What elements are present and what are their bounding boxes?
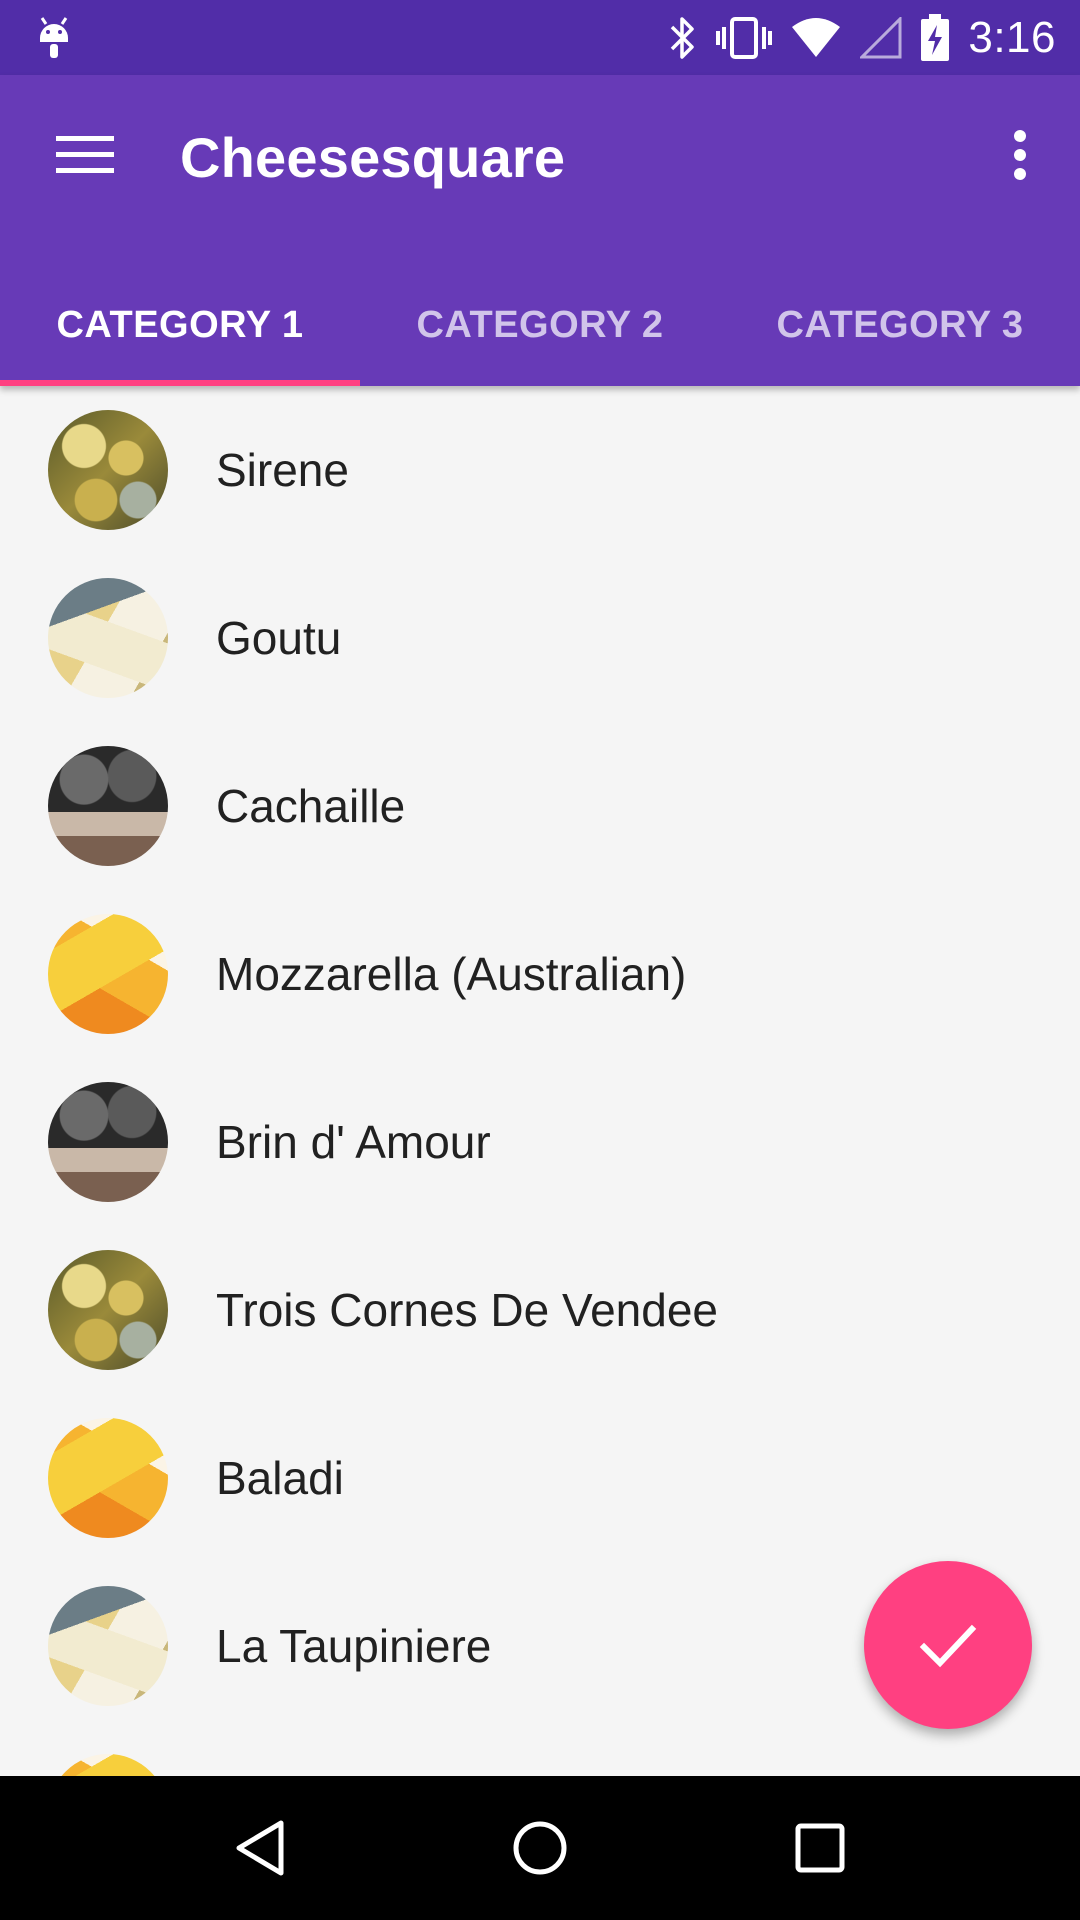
- navigation-menu-button[interactable]: [40, 115, 130, 195]
- list-item[interactable]: Goutu: [0, 554, 1080, 722]
- android-debug-icon: [36, 14, 72, 62]
- avatar: [48, 1586, 168, 1706]
- hamburger-menu-icon: [56, 136, 114, 173]
- list-item-label: Baladi: [216, 1452, 344, 1504]
- avatar: [48, 578, 168, 698]
- avatar: [48, 1754, 168, 1776]
- tab-category-1[interactable]: CATEGORY 1: [0, 265, 360, 386]
- list-item[interactable]: Cachaille: [0, 722, 1080, 890]
- list-item[interactable]: Sirene: [0, 386, 1080, 554]
- overflow-menu-button[interactable]: [990, 115, 1050, 195]
- bluetooth-icon: [668, 15, 698, 61]
- recents-button[interactable]: [760, 1798, 880, 1898]
- list-item-label: Sirene: [216, 444, 349, 496]
- floating-action-button[interactable]: [864, 1561, 1032, 1729]
- check-icon: [919, 1624, 977, 1668]
- tab-indicator: [0, 380, 360, 386]
- status-bar: 3:16: [0, 0, 1080, 75]
- list-item[interactable]: Baladi: [0, 1394, 1080, 1562]
- home-icon: [513, 1821, 567, 1875]
- list-item[interactable]: Trois Cornes De Vendee: [0, 1226, 1080, 1394]
- list-item[interactable]: [0, 1730, 1080, 1776]
- tab-label: CATEGORY 3: [776, 304, 1024, 346]
- recents-icon: [795, 1823, 845, 1873]
- list-item-label: Trois Cornes De Vendee: [216, 1284, 719, 1336]
- battery-charging-icon: [920, 13, 950, 63]
- wifi-icon: [790, 17, 842, 59]
- list-item-label: Goutu: [216, 612, 342, 664]
- vibrate-icon: [716, 15, 773, 61]
- avatar: [48, 914, 168, 1034]
- tab-label: CATEGORY 2: [416, 304, 664, 346]
- avatar: [48, 746, 168, 866]
- home-button[interactable]: [480, 1798, 600, 1898]
- list-item[interactable]: Brin d' Amour: [0, 1058, 1080, 1226]
- status-icons: 3:16: [668, 0, 1056, 75]
- tab-category-2[interactable]: CATEGORY 2: [360, 265, 720, 386]
- back-icon: [236, 1820, 284, 1876]
- list-item-label: Mozzarella (Australian): [216, 948, 687, 1000]
- list-item-label: Brin d' Amour: [216, 1116, 491, 1168]
- back-button[interactable]: [200, 1798, 320, 1898]
- app-title: Cheesesquare: [180, 126, 566, 189]
- avatar: [48, 1250, 168, 1370]
- avatar: [48, 1082, 168, 1202]
- cell-signal-icon: [860, 16, 902, 59]
- tab-category-3[interactable]: CATEGORY 3: [720, 265, 1080, 386]
- more-vert-icon: [1014, 130, 1026, 180]
- system-nav-bar: [0, 1776, 1080, 1920]
- list-item[interactable]: Mozzarella (Australian): [0, 890, 1080, 1058]
- list-item-label: La Taupiniere: [216, 1620, 492, 1672]
- tab-bar: CATEGORY 1 CATEGORY 2 CATEGORY 3: [0, 265, 1080, 386]
- list-item-label: Cachaille: [216, 780, 406, 832]
- status-time: 3:16: [968, 12, 1056, 62]
- app-bar: Cheesesquare CATEGORY 1 CATEGORY 2 CATEG…: [0, 75, 1080, 386]
- avatar: [48, 1418, 168, 1538]
- avatar: [48, 410, 168, 530]
- tab-label: CATEGORY 1: [56, 304, 304, 346]
